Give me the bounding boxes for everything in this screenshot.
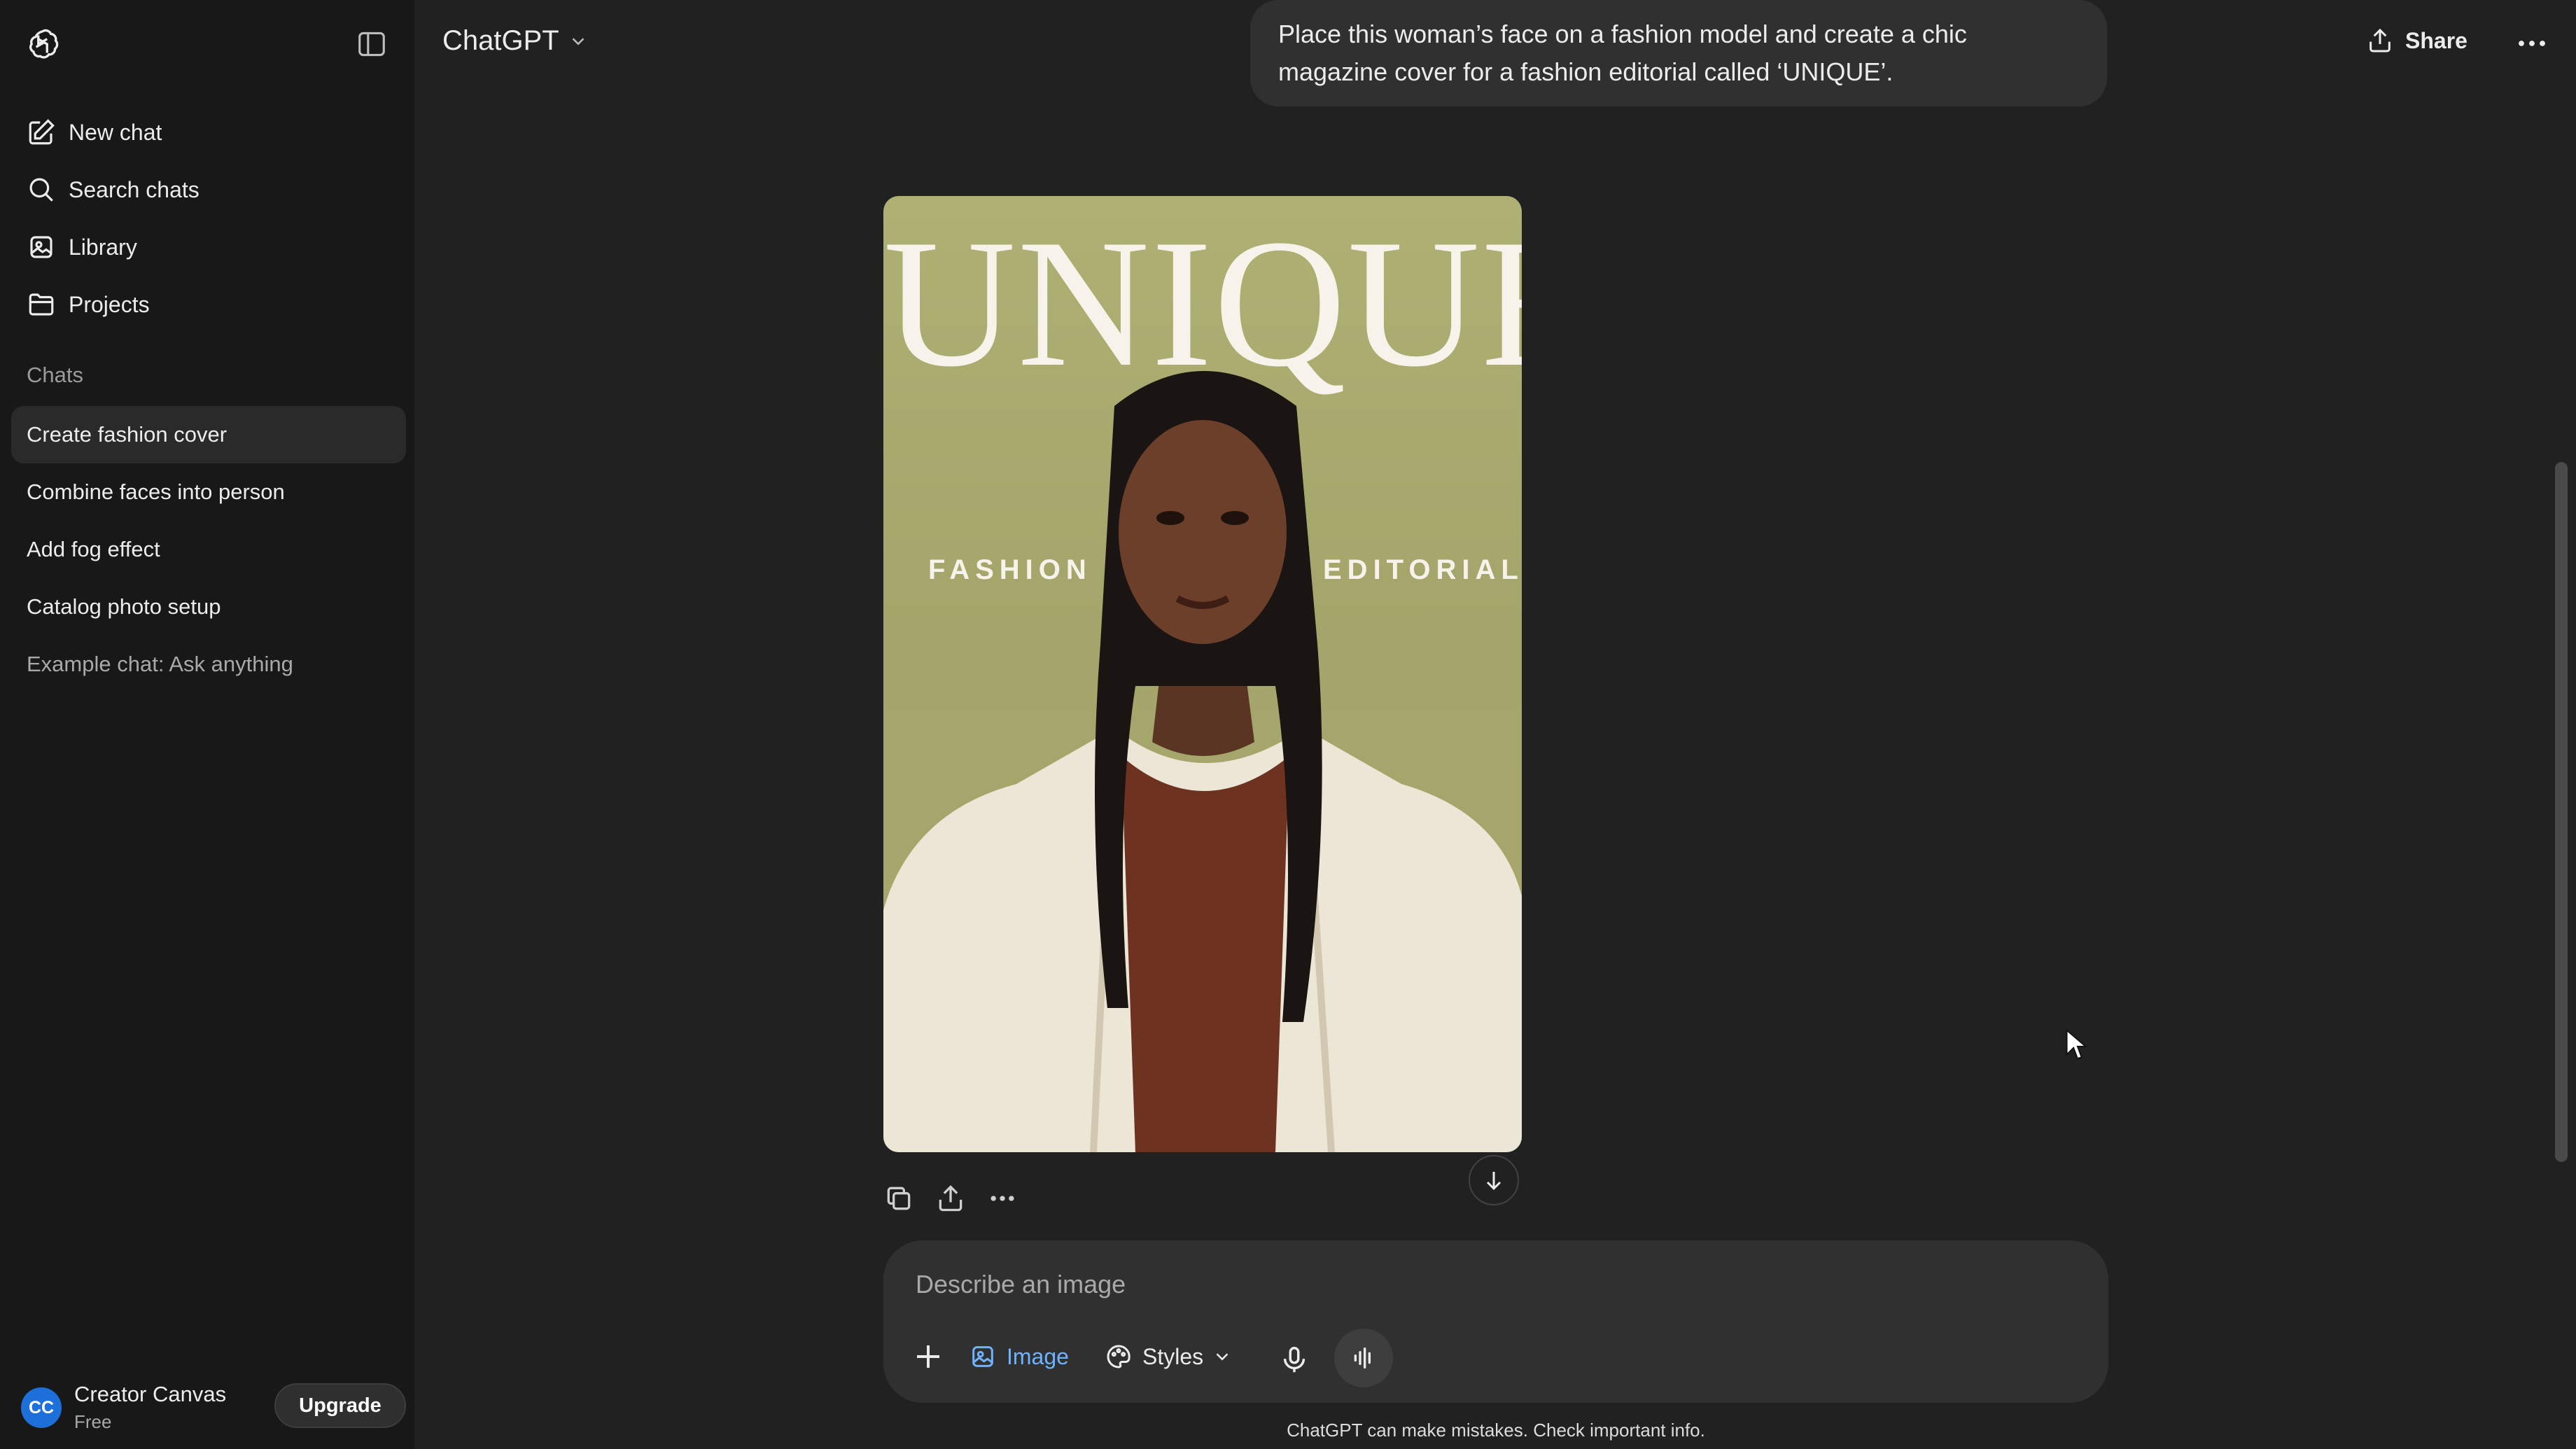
image-actions [883, 1183, 1039, 1214]
user-profile[interactable]: CC Creator Canvas Free Upgrade [21, 1378, 406, 1434]
arrow-down-icon [1486, 1172, 1502, 1191]
styles-label: Styles [1142, 1343, 1204, 1369]
chat-item-add-fog-effect[interactable]: Add fog effect [11, 521, 406, 578]
model-name: ChatGPT [442, 25, 559, 56]
search-chats-button[interactable]: Search chats [11, 161, 403, 218]
openai-logo-icon[interactable] [25, 27, 60, 62]
projects-button[interactable]: Projects [11, 276, 403, 333]
chat-item-example-chat[interactable]: Example chat: Ask anything [11, 636, 406, 693]
chevron-down-icon [572, 37, 584, 46]
folder-icon [29, 293, 54, 316]
composer: Image Styles [883, 1240, 2108, 1403]
disclaimer-text: ChatGPT can make mistakes. Check importa… [1287, 1420, 1705, 1441]
scroll-down-button[interactable] [1469, 1155, 1519, 1205]
sidebar-item-label: Projects [69, 291, 150, 317]
palette-icon [1107, 1345, 1130, 1368]
chat-history-list: Create fashion cover Combine faces into … [11, 406, 406, 693]
user-plan: Free [74, 1411, 112, 1432]
mouse-cursor-icon [2066, 1029, 2087, 1060]
scrollbar[interactable] [2555, 462, 2568, 1162]
sidebar-toggle-icon[interactable] [357, 31, 386, 57]
chat-item-create-fashion-cover[interactable]: Create fashion cover [11, 406, 406, 463]
cover-title: UNIQUE [883, 202, 1522, 405]
plus-icon[interactable] [911, 1340, 945, 1373]
sidebar-item-label: Library [69, 234, 137, 260]
share-image-icon[interactable] [935, 1183, 966, 1214]
voice-mode-button[interactable] [1334, 1329, 1393, 1387]
model-selector[interactable]: ChatGPT [442, 25, 589, 57]
cover-subtitle-left: FASHION [928, 554, 1092, 585]
chevron-down-icon [1216, 1353, 1228, 1361]
edit-icon [29, 119, 55, 145]
image-tool-label: Image [1007, 1343, 1069, 1369]
microphone-icon[interactable] [1278, 1344, 1310, 1376]
image-icon [972, 1346, 993, 1367]
generated-image[interactable]: UNIQUE FASHION EDITORIAL [883, 196, 1522, 1152]
user-message-bubble: Place this woman’s face on a fashion mod… [1250, 0, 2107, 106]
sidebar: New chat Search chats Library Projects C… [0, 0, 414, 1449]
user-name: Creator Canvas [74, 1382, 227, 1406]
sidebar-item-label: New chat [69, 119, 162, 145]
image-tool-chip[interactable]: Image [969, 1336, 1069, 1378]
cover-subtitle-right: EDITORIAL [1323, 554, 1522, 585]
share-icon [2370, 28, 2390, 52]
chat-item-catalog-photo-setup[interactable]: Catalog photo setup [11, 578, 406, 636]
library-button[interactable]: Library [11, 218, 403, 276]
upgrade-button[interactable]: Upgrade [274, 1383, 406, 1428]
styles-dropdown[interactable]: Styles [1105, 1336, 1233, 1378]
share-label: Share [2405, 27, 2468, 53]
prompt-input[interactable] [916, 1266, 1966, 1303]
more-options-icon[interactable] [2516, 31, 2548, 56]
avatar[interactable]: CC [21, 1387, 62, 1428]
share-button[interactable]: Share [2366, 27, 2468, 55]
sidebar-nav: New chat Search chats Library Projects [11, 104, 403, 333]
more-actions-icon[interactable] [987, 1183, 1018, 1214]
new-chat-button[interactable]: New chat [11, 104, 403, 161]
search-icon [29, 178, 53, 202]
library-icon [30, 236, 52, 258]
sidebar-item-label: Search chats [69, 176, 200, 202]
chats-section-label: Chats [27, 363, 83, 387]
voice-waveform-icon [1354, 1348, 1371, 1368]
copy-icon[interactable] [883, 1183, 914, 1214]
app-window: New chat Search chats Library Projects C… [0, 0, 2576, 1449]
chat-item-combine-faces[interactable]: Combine faces into person [11, 463, 406, 521]
